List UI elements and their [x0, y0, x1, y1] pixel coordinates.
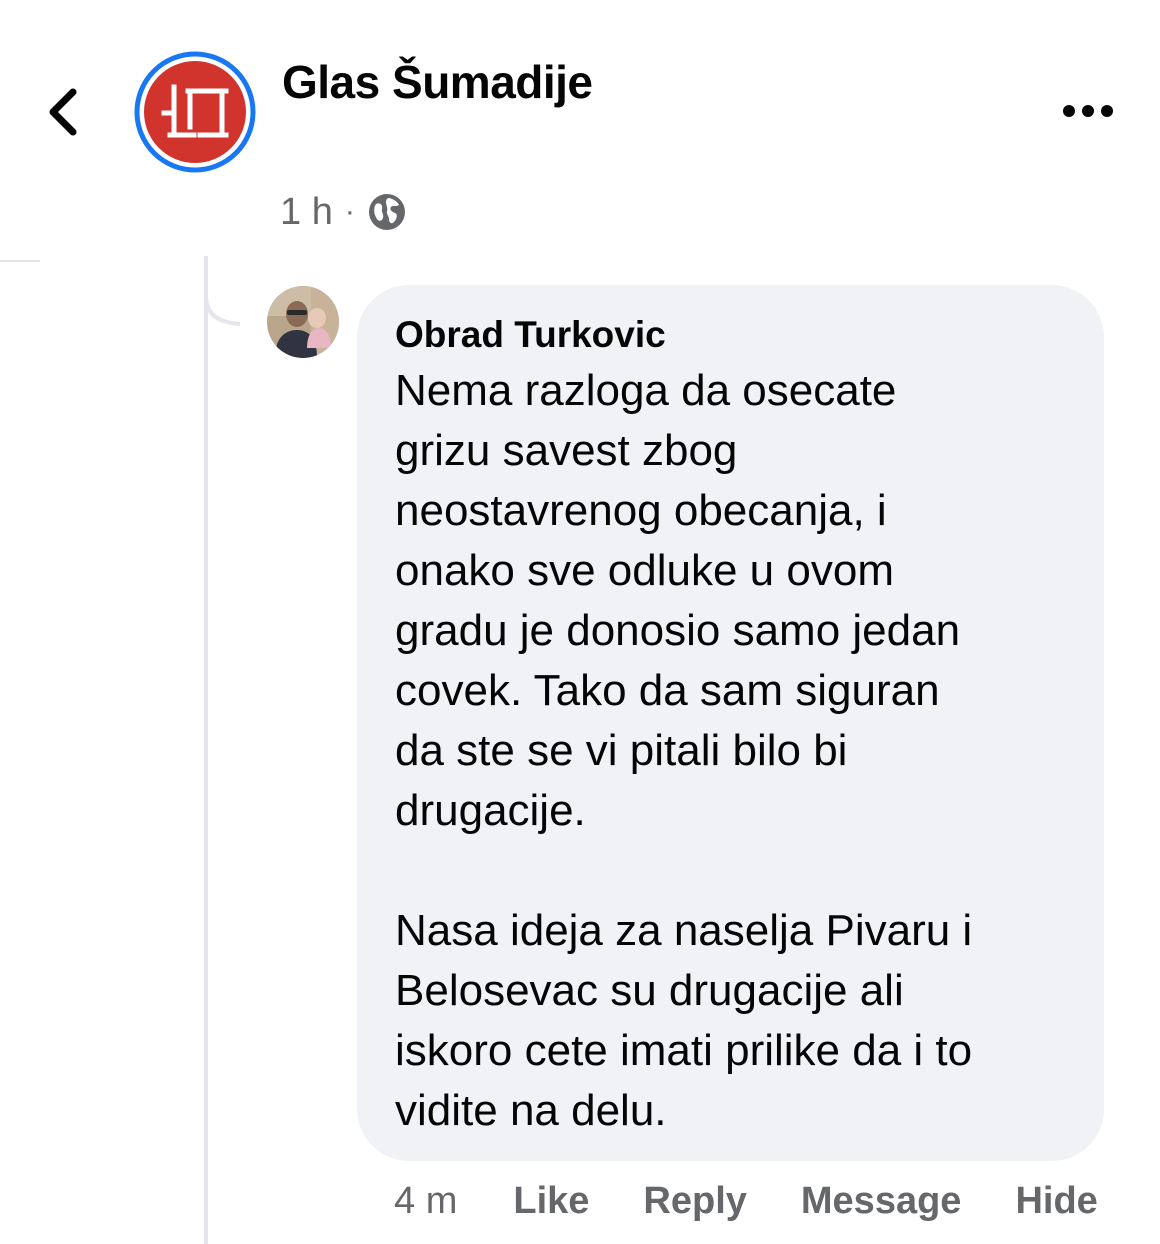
- page-name[interactable]: Glas Šumadije: [282, 54, 593, 110]
- comment-bubble: Obrad Turkovic Nema razloga da osecate g…: [357, 285, 1104, 1161]
- comment-actions: 4 m Like Reply Message Hide: [394, 1172, 1098, 1230]
- commenter-name[interactable]: Obrad Turkovic: [395, 313, 1068, 357]
- commenter-avatar[interactable]: [267, 286, 339, 358]
- meta-separator: ·: [344, 195, 355, 228]
- like-button[interactable]: Like: [513, 1180, 589, 1223]
- back-button[interactable]: [38, 82, 88, 142]
- hide-button[interactable]: Hide: [1015, 1180, 1097, 1223]
- more-options-button[interactable]: [1058, 96, 1118, 126]
- comment-time[interactable]: 4 m: [394, 1180, 457, 1223]
- comment-text: Nema razloga da osecate grizu savest zbo…: [395, 366, 973, 1135]
- globe-icon: [368, 194, 405, 230]
- reply-button[interactable]: Reply: [643, 1180, 746, 1223]
- profile-photo: [267, 286, 339, 358]
- page-avatar[interactable]: [134, 51, 256, 173]
- post-meta: 1 h ·: [280, 186, 407, 238]
- ellipsis-icon: [1063, 105, 1113, 117]
- chevron-left-icon: [49, 88, 77, 136]
- post-time[interactable]: 1 h: [280, 191, 333, 234]
- glas-sumadije-logo: [134, 51, 256, 173]
- thread-line: [204, 256, 208, 1244]
- message-button[interactable]: Message: [801, 1180, 962, 1223]
- divider: [0, 260, 40, 262]
- reply-connector: [204, 256, 241, 326]
